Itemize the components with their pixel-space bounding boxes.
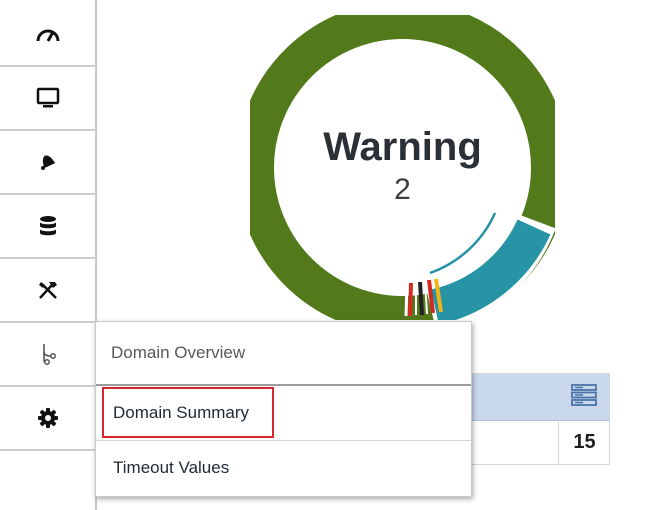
- gauge-segment-info: [430, 219, 551, 320]
- menu-item-domain-summary[interactable]: Domain Summary: [96, 386, 471, 441]
- menu-item-timeout-values[interactable]: Timeout Values: [96, 441, 471, 495]
- gauge-segment-critical: [404, 282, 409, 317]
- hierarchy-icon: [42, 344, 56, 365]
- menu-header-label: Domain Overview: [111, 343, 246, 362]
- sidebar-item-alarms[interactable]: [0, 131, 95, 195]
- menu-item-label: Timeout Values: [113, 458, 230, 477]
- sidebar-item-settings[interactable]: [0, 387, 95, 451]
- domain-flyout-menu: Domain Overview Domain Summary Timeout V…: [95, 321, 472, 497]
- sidebar-item-database[interactable]: [0, 195, 95, 259]
- sidebar-item-tools[interactable]: [0, 259, 95, 323]
- sidebar-item-devices[interactable]: [0, 67, 95, 131]
- summary-card-header: [471, 374, 609, 421]
- menu-header[interactable]: Domain Overview: [96, 322, 471, 386]
- menu-item-label: Domain Summary: [113, 403, 250, 422]
- summary-card-value: 15: [558, 421, 610, 463]
- server-stack-icon: [571, 384, 597, 406]
- sidebar-item-domain[interactable]: [0, 323, 95, 387]
- database-icon: [39, 216, 56, 236]
- gauge-value: 2: [394, 173, 411, 206]
- gauge-title: Warning: [323, 125, 482, 169]
- bell-icon: [40, 155, 55, 170]
- summary-card: 15: [470, 373, 610, 465]
- gear-icon: [37, 408, 58, 428]
- sidebar-nav: [0, 0, 97, 510]
- gauge-icon: [36, 29, 59, 42]
- monitor-icon: [36, 87, 59, 108]
- status-gauge[interactable]: Warning 2: [250, 15, 555, 320]
- tools-icon: [38, 282, 57, 299]
- sidebar-item-dashboard[interactable]: [0, 3, 95, 67]
